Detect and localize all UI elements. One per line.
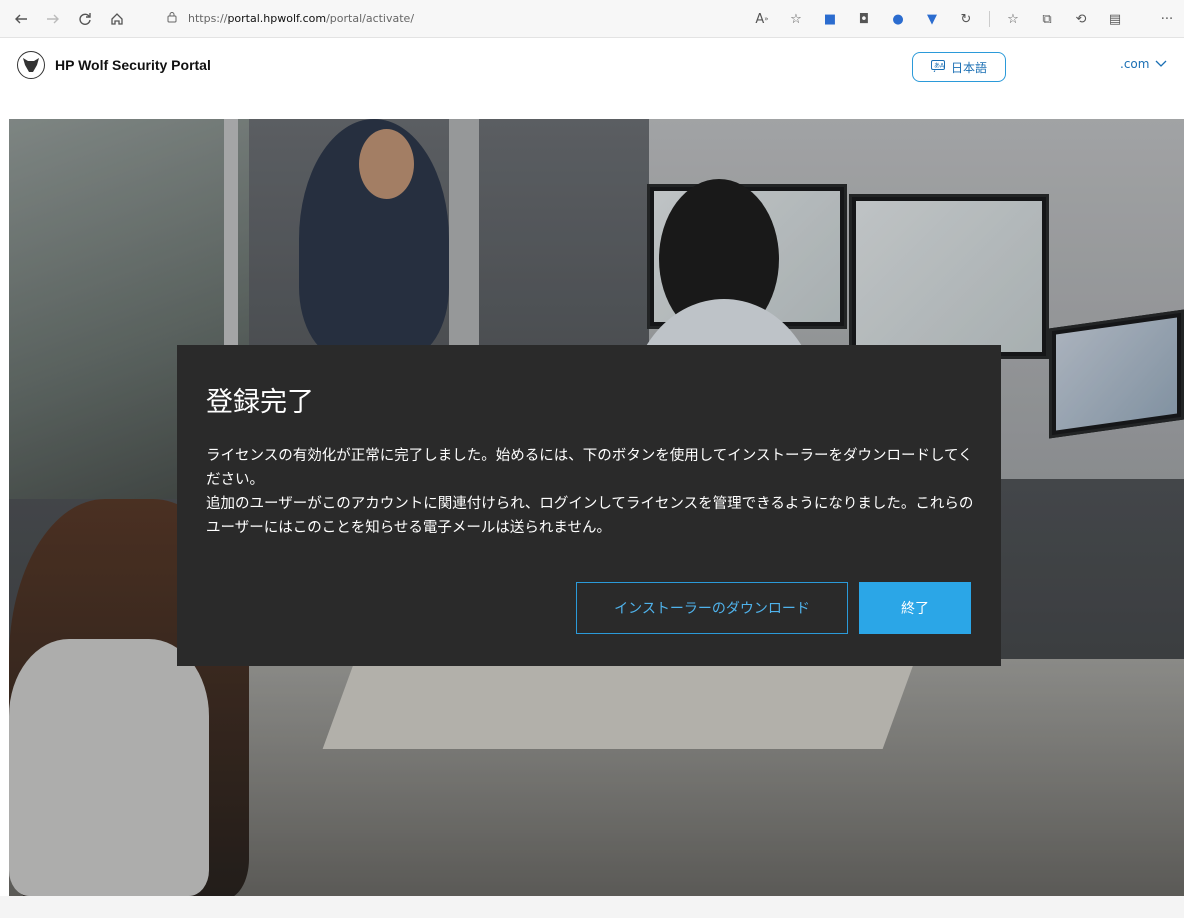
language-button[interactable]: あA 日本語	[912, 52, 1006, 82]
app-header: HP Wolf Security Portal あA 日本語 .com	[0, 38, 1184, 92]
dialog-message: ライセンスの有効化が正常に完了しました。始めるには、下のボタンを使用してインスト…	[206, 444, 986, 540]
browser-tools: A» ☆ ■ ◘ ● ▼ ↻ ☆ ⧉ ⟲ ▤ ···	[745, 0, 1184, 38]
url-path: /portal/activate/	[326, 11, 415, 25]
history-icon[interactable]: ⟲	[1066, 8, 1096, 30]
downloads-icon[interactable]: ▤	[1100, 8, 1130, 30]
back-icon[interactable]	[10, 8, 32, 30]
region-label: .com	[1120, 57, 1150, 71]
url-scheme: https://	[188, 11, 228, 25]
shield-extension-icon[interactable]: ▼	[917, 8, 947, 30]
lock-icon	[166, 11, 180, 25]
dialog-message-line2: 追加のユーザーがこのアカウントに関連付けられ、ログインしてライセンスを管理できる…	[206, 496, 974, 536]
toolbar-divider	[989, 11, 990, 27]
collections-icon[interactable]: ⧉	[1032, 8, 1062, 30]
extension-blue-icon[interactable]: ●	[883, 8, 913, 30]
favorite-star-icon[interactable]: ☆	[781, 8, 811, 30]
refresh-icon[interactable]	[74, 8, 96, 30]
finish-button[interactable]: 終了	[859, 582, 971, 634]
forward-icon[interactable]	[42, 8, 64, 30]
extension-icon[interactable]: ■	[815, 8, 845, 30]
translate-icon: あA	[930, 59, 945, 75]
dialog-title: 登録完了	[206, 387, 314, 418]
url-host: portal.hpwolf.com	[227, 11, 327, 25]
page-footer	[0, 896, 1184, 918]
browser-toolbar: https:// portal.hpwolf.com /portal/activ…	[0, 0, 1184, 38]
region-selector[interactable]: .com	[1120, 57, 1167, 71]
download-installer-button[interactable]: インストーラーのダウンロード	[576, 582, 848, 634]
svg-text:あA: あA	[934, 62, 945, 69]
favorites-icon[interactable]: ☆	[998, 8, 1028, 30]
chevron-down-icon	[1155, 57, 1167, 71]
registration-complete-dialog: 登録完了 ライセンスの有効化が正常に完了しました。始めるには、下のボタンを使用し…	[177, 345, 1001, 666]
more-icon[interactable]: ···	[1152, 8, 1182, 30]
dialog-message-line1: ライセンスの有効化が正常に完了しました。始めるには、下のボタンを使用してインスト…	[206, 448, 973, 488]
camera-icon[interactable]: ◘	[849, 8, 879, 30]
home-icon[interactable]	[106, 8, 128, 30]
address-bar[interactable]: https:// portal.hpwolf.com /portal/activ…	[166, 4, 786, 32]
refresh-page-icon[interactable]: ↻	[951, 8, 981, 30]
read-aloud-icon[interactable]: A»	[747, 8, 777, 30]
language-label: 日本語	[950, 60, 987, 75]
app-title[interactable]: HP Wolf Security Portal	[55, 57, 211, 73]
wolf-logo-icon[interactable]	[17, 51, 45, 79]
